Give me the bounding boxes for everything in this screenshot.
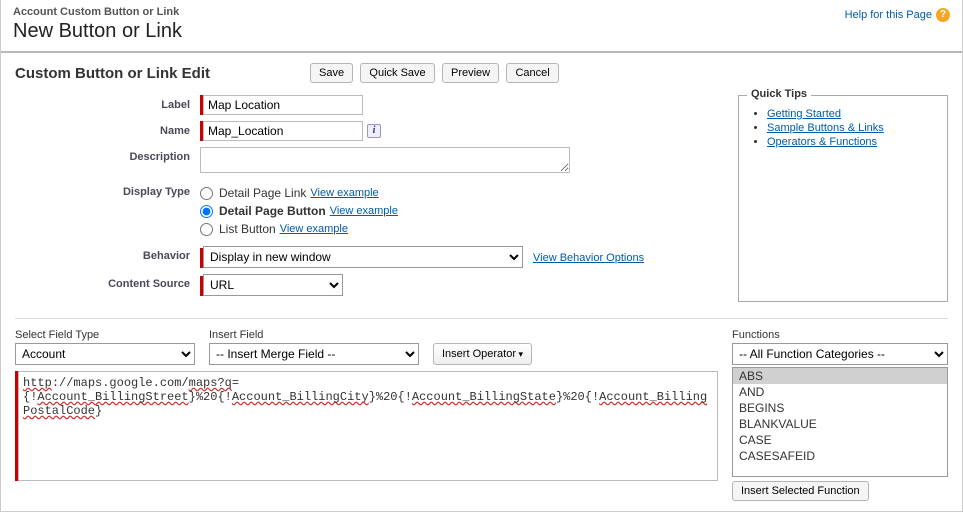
list-button-label: List Button <box>219 222 276 236</box>
page-title: New Button or Link <box>13 20 950 43</box>
content-source-select[interactable]: URL <box>203 274 343 296</box>
function-category-select[interactable]: -- All Function Categories -- <box>732 343 948 365</box>
view-example-link[interactable]: View example <box>310 187 378 199</box>
behavior-select[interactable]: Display in new window <box>203 246 523 268</box>
functions-label: Functions <box>732 329 948 341</box>
name-input[interactable] <box>203 121 363 141</box>
function-item[interactable]: BEGINS <box>733 400 947 416</box>
detail-page-button-label: Detail Page Button <box>219 204 326 218</box>
select-field-type[interactable]: Account <box>15 343 195 365</box>
tip-item[interactable]: Sample Buttons & Links <box>767 122 937 134</box>
description-input[interactable] <box>200 147 570 173</box>
functions-list[interactable]: ABS AND BEGINS BLANKVALUE CASE CASESAFEI… <box>732 367 948 477</box>
label-input[interactable] <box>203 95 363 115</box>
save-button[interactable]: Save <box>310 63 353 83</box>
breadcrumb: Account Custom Button or Link <box>13 6 950 18</box>
label-label: Label <box>15 95 200 111</box>
quick-save-button[interactable]: Quick Save <box>360 63 434 83</box>
help-icon: ? <box>936 8 950 22</box>
detail-page-link-radio[interactable] <box>200 187 213 200</box>
insert-operator-button[interactable]: Insert Operator <box>433 343 532 365</box>
name-label: Name <box>15 121 200 137</box>
view-example-link[interactable]: View example <box>280 223 348 235</box>
description-label: Description <box>15 147 200 163</box>
formula-textarea[interactable]: http://maps.google.com/maps?q={!Account_… <box>18 371 718 481</box>
tip-item[interactable]: Operators & Functions <box>767 136 937 148</box>
select-field-type-label: Select Field Type <box>15 329 195 341</box>
view-behavior-options-link[interactable]: View Behavior Options <box>533 252 644 264</box>
insert-field-select[interactable]: -- Insert Merge Field -- <box>209 343 419 365</box>
behavior-label: Behavior <box>15 246 200 262</box>
quick-tips-box: Quick Tips Getting Started Sample Button… <box>738 95 948 302</box>
content-source-label: Content Source <box>15 274 200 290</box>
detail-page-link-label: Detail Page Link <box>219 186 306 200</box>
detail-page-button-radio[interactable] <box>200 205 213 218</box>
function-item[interactable]: CASE <box>733 432 947 448</box>
tip-item[interactable]: Getting Started <box>767 108 937 120</box>
insert-field-label: Insert Field <box>209 329 419 341</box>
function-item[interactable]: ABS <box>733 368 947 384</box>
info-icon[interactable]: i <box>367 124 381 138</box>
function-item[interactable]: CASESAFEID <box>733 448 947 464</box>
display-type-label: Display Type <box>15 182 200 198</box>
insert-selected-function-button[interactable]: Insert Selected Function <box>732 481 869 501</box>
function-item[interactable]: BLANKVALUE <box>733 416 947 432</box>
list-button-radio[interactable] <box>200 223 213 236</box>
preview-button[interactable]: Preview <box>442 63 499 83</box>
function-item[interactable]: AND <box>733 384 947 400</box>
view-example-link[interactable]: View example <box>330 205 398 217</box>
quick-tips-legend: Quick Tips <box>747 88 811 100</box>
cancel-button[interactable]: Cancel <box>506 63 558 83</box>
help-link[interactable]: Help for this Page? <box>845 8 950 22</box>
section-title: Custom Button or Link Edit <box>15 65 210 82</box>
